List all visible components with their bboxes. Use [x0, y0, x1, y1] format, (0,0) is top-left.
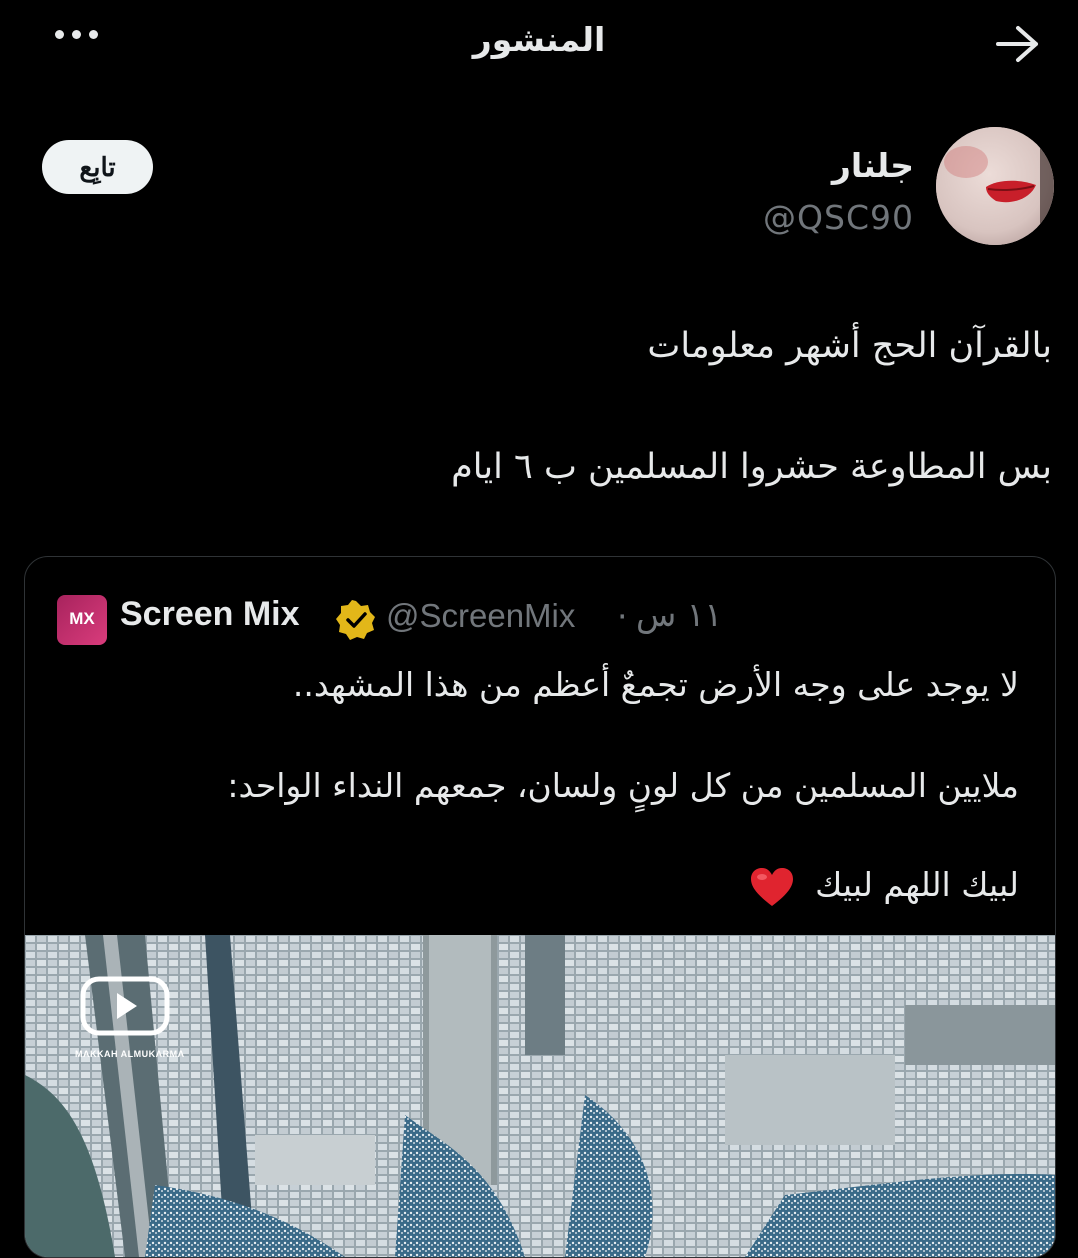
post-text-line-1: بالقرآن الحج أشهر معلومات — [647, 326, 1052, 366]
follow-button[interactable]: تابِع — [42, 140, 153, 194]
quoted-media-video[interactable]: MAKKAH ALMUKARMA — [25, 935, 1055, 1257]
quoted-text-line-3-label: لبيك اللهم لبيك — [815, 865, 1019, 904]
quoted-timestamp[interactable]: ١١ س — [636, 595, 722, 634]
aerial-photo — [25, 935, 1055, 1257]
top-bar: المنشور — [0, 0, 1078, 90]
red-heart-icon — [750, 867, 793, 906]
author-name[interactable]: جلنار — [832, 146, 914, 185]
quoted-text-line-3: لبيك اللهم لبيك — [749, 865, 1019, 908]
quoted-post-header: MX Screen Mix @ScreenMix · ١١ س — [25, 591, 1055, 645]
author-handle[interactable]: @QSC90 — [763, 198, 914, 237]
quoted-post[interactable]: MX Screen Mix @ScreenMix · ١١ س لا يوجد … — [24, 556, 1056, 1258]
separator-dot: · — [617, 597, 628, 636]
quoted-text-line-1: لا يوجد على وجه الأرض تجمعٌ أعظم من هذا … — [292, 665, 1019, 704]
quoted-author-name[interactable]: Screen Mix — [120, 595, 300, 634]
quoted-author-handle[interactable]: @ScreenMix — [386, 597, 575, 635]
post-author: جلنار @QSC90 تابِع — [0, 110, 1078, 260]
logo-text: MX — [69, 609, 95, 628]
video-play-icon[interactable] — [77, 973, 173, 1039]
quoted-avatar[interactable]: MX — [57, 595, 107, 645]
avatar[interactable] — [936, 127, 1054, 245]
media-watermark: MAKKAH ALMUKARMA — [75, 1049, 185, 1059]
page-title: المنشور — [472, 20, 606, 59]
verified-badge-icon — [336, 600, 375, 640]
post-text-line-2: بس المطاوعة حشروا المسلمين ب ٦ ايام — [451, 447, 1052, 487]
quoted-text-line-2: ملايين المسلمين من كل لونٍ ولسان، جمعهم … — [227, 766, 1019, 805]
arrow-right-icon[interactable] — [994, 22, 1042, 66]
